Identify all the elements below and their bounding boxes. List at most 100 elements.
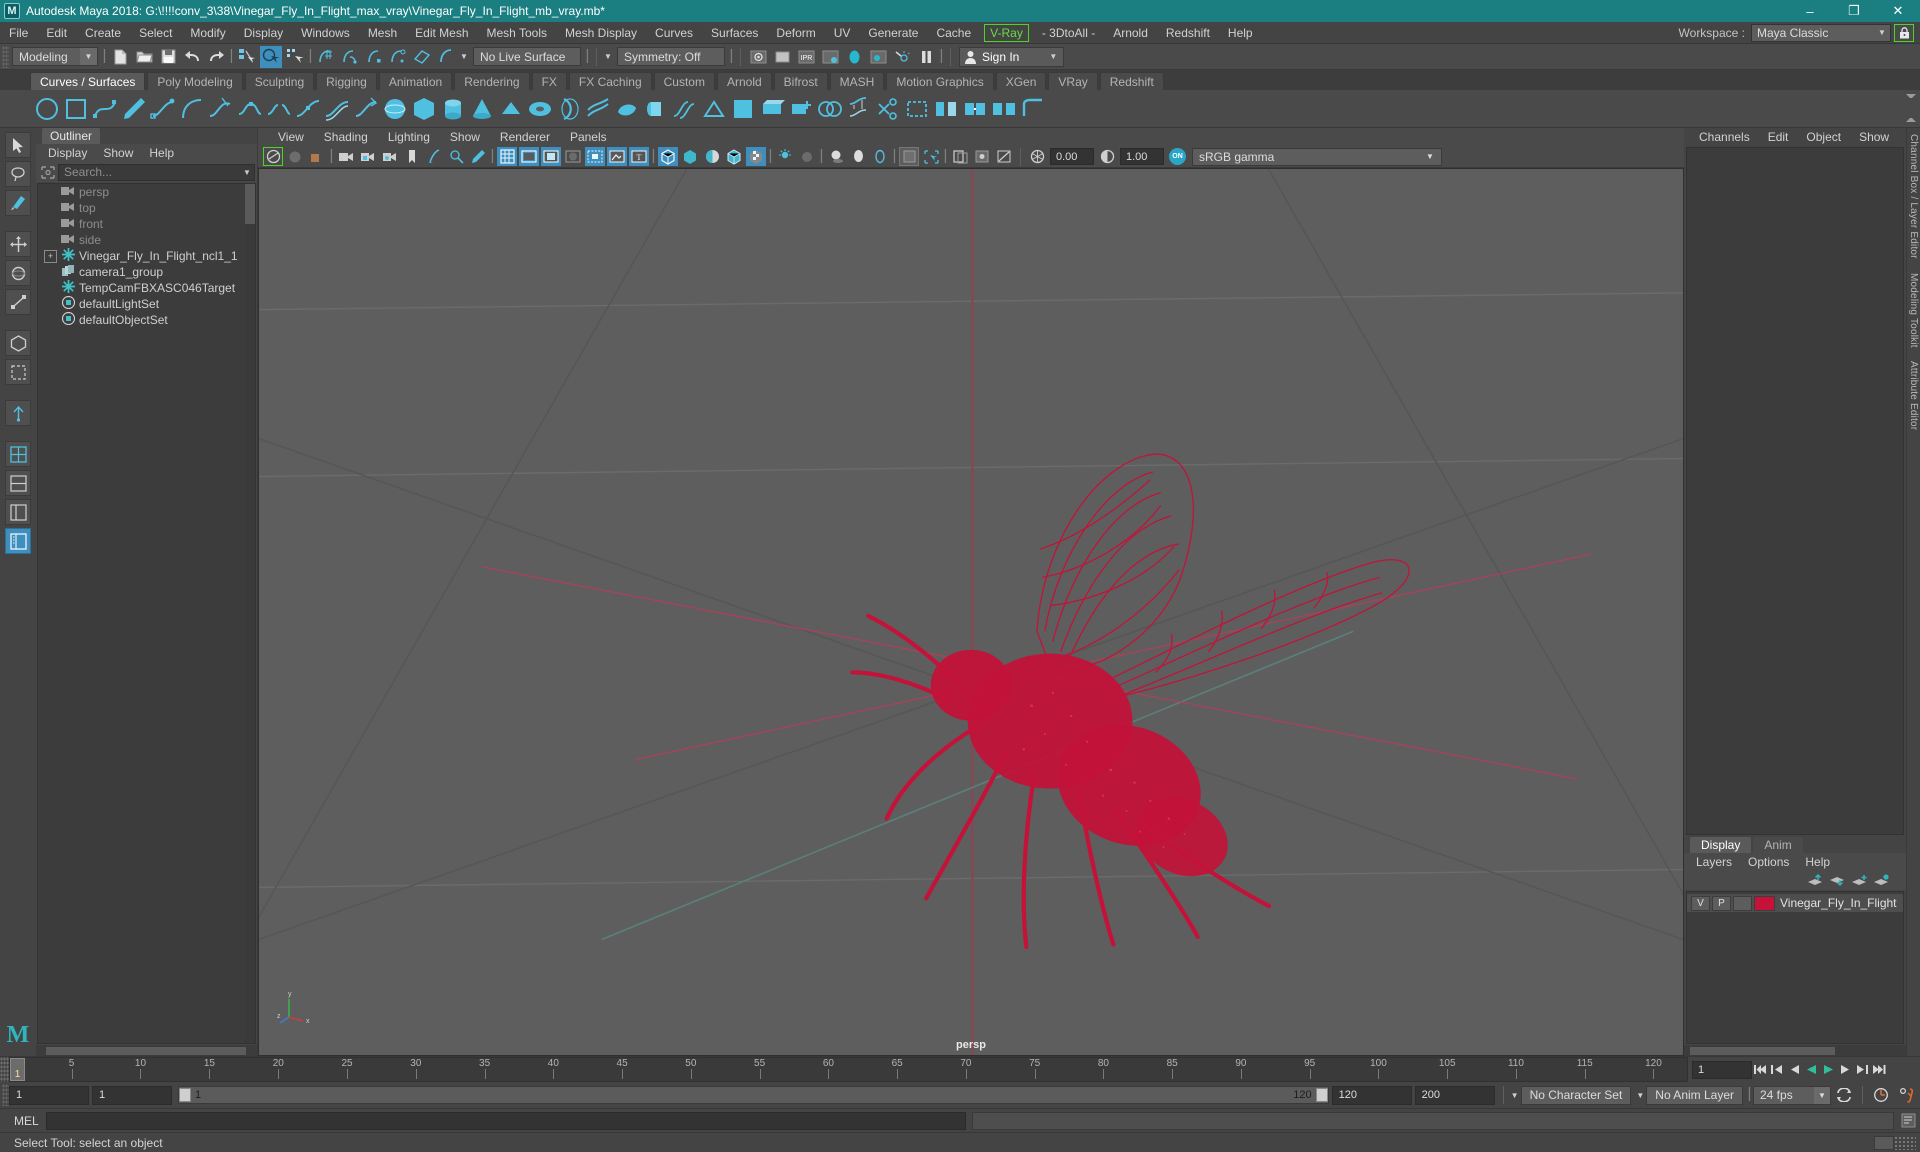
channelbox-menu-channels[interactable]: Channels: [1690, 130, 1759, 144]
channelbox-menu-show[interactable]: Show: [1850, 130, 1898, 144]
exposure-field[interactable]: 0.00: [1050, 148, 1094, 165]
chevron-down-icon[interactable]: ▼: [1814, 1086, 1830, 1104]
nurbs-torus-icon[interactable]: [525, 93, 554, 125]
outliner-menu-help[interactable]: Help: [141, 146, 182, 160]
character-set-select[interactable]: No Character Set: [1520, 1085, 1632, 1105]
shelf-tab-sculpting[interactable]: Sculpting: [244, 72, 315, 90]
symmetry-field[interactable]: Symmetry: Off: [617, 47, 725, 66]
outliner-item-persp[interactable]: persp: [38, 184, 255, 200]
intersect-surfaces-icon[interactable]: [815, 93, 844, 125]
surface-fillet-icon[interactable]: [1018, 93, 1047, 125]
menuset-select[interactable]: Modeling ▼: [12, 47, 98, 66]
toolbar-grip[interactable]: [2, 45, 9, 68]
anim-layer-select[interactable]: No Anim Layer: [1646, 1085, 1743, 1105]
untrim-icon[interactable]: [902, 93, 931, 125]
smooth-shade-icon[interactable]: [680, 147, 700, 166]
render-settings-icon[interactable]: [819, 46, 841, 68]
step-forward-frame-icon[interactable]: [1837, 1060, 1854, 1080]
outliner-item-front[interactable]: front: [38, 216, 255, 232]
nurbs-sphere-icon[interactable]: [380, 93, 409, 125]
pencil-curve-icon[interactable]: [119, 93, 148, 125]
use-default-lighting-icon[interactable]: [775, 147, 795, 166]
open-scene-icon[interactable]: [133, 46, 155, 68]
range-start-field[interactable]: 1: [9, 1085, 89, 1105]
shelf-tab-poly-modeling[interactable]: Poly Modeling: [147, 72, 243, 90]
layer-tab-display[interactable]: Display: [1690, 837, 1752, 853]
two-d-pan-zoom-icon[interactable]: [446, 147, 466, 166]
ep-curve-icon[interactable]: [90, 93, 119, 125]
chevron-down-icon[interactable]: ▼: [1419, 152, 1441, 161]
menu-item-generate[interactable]: Generate: [859, 22, 927, 44]
layer-menu-help[interactable]: Help: [1797, 855, 1838, 869]
exposure-icon[interactable]: [1027, 147, 1047, 166]
safe-title-icon[interactable]: T: [629, 147, 649, 166]
outliner-item-tempcamfbxasc046target[interactable]: TempCamFBXASC046Target: [38, 280, 255, 296]
layout-persp-outliner-button[interactable]: [5, 528, 31, 554]
menu-item-3dtoall[interactable]: - 3DtoAll -: [1033, 22, 1104, 44]
range-right-handle[interactable]: [1315, 1088, 1328, 1102]
rail-label-attribute-editor[interactable]: Attribute Editor: [1908, 361, 1919, 430]
camera-icon[interactable]: [336, 147, 356, 166]
nurbs-cylinder-icon[interactable]: [438, 93, 467, 125]
range-left-handle[interactable]: [179, 1088, 191, 1102]
outliner-menu-display[interactable]: Display: [40, 146, 95, 160]
outliner-vscroll-thumb[interactable]: [245, 184, 255, 224]
gate-mask-icon[interactable]: [563, 147, 583, 166]
outliner-search-input[interactable]: Search... ▼: [58, 163, 255, 181]
outliner-item-defaultlightset[interactable]: defaultLightSet: [38, 295, 255, 312]
go-to-start-icon[interactable]: [1752, 1060, 1769, 1080]
outliner-vscrollbar[interactable]: [245, 184, 255, 1043]
symmetry-chevron-icon[interactable]: ▼: [602, 52, 614, 61]
scale-tool-button[interactable]: [5, 289, 31, 315]
chevron-down-icon[interactable]: ▼: [240, 168, 254, 177]
paint-select-tool-button[interactable]: [5, 190, 31, 216]
multisample-icon[interactable]: [899, 147, 919, 166]
revolve-icon[interactable]: [554, 93, 583, 125]
viewport-menu-panels[interactable]: Panels: [560, 130, 617, 144]
menu-item-vray[interactable]: V-Ray: [984, 23, 1029, 42]
insert-knot-icon[interactable]: [293, 93, 322, 125]
shelf-tab-xgen[interactable]: XGen: [995, 72, 1047, 90]
time-slider-grip[interactable]: [0, 1057, 9, 1082]
detach-surfaces-icon[interactable]: [989, 93, 1018, 125]
shelf-tab-bifrost[interactable]: Bifrost: [773, 72, 828, 90]
bevel-plus-icon[interactable]: [786, 93, 815, 125]
menu-item-edit[interactable]: Edit: [37, 22, 76, 44]
exposure-toggle-icon[interactable]: [994, 147, 1014, 166]
lasso-select-tool-button[interactable]: [5, 161, 31, 187]
field-chart-icon[interactable]: [585, 147, 605, 166]
viewport-menu-shading[interactable]: Shading: [314, 130, 378, 144]
chevron-down-icon[interactable]: ▼: [458, 52, 470, 61]
color-management-toggle[interactable]: ON: [1169, 148, 1186, 165]
flat-shade-icon[interactable]: [702, 147, 722, 166]
viewport-menu-renderer[interactable]: Renderer: [490, 130, 560, 144]
layer-color-swatch[interactable]: [1754, 895, 1775, 911]
menu-item-edit-mesh[interactable]: Edit Mesh: [406, 22, 477, 44]
chevron-down-icon[interactable]: ▼: [1047, 52, 1059, 61]
ambient-occlusion-icon[interactable]: [848, 147, 868, 166]
outliner-item-defaultobjectset[interactable]: defaultObjectSet: [38, 311, 255, 328]
auto-keyframe-icon[interactable]: [1868, 1085, 1894, 1105]
new-layer-from-selected-icon[interactable]: [1870, 871, 1892, 889]
menu-item-uv[interactable]: UV: [825, 22, 860, 44]
arc-curve-icon[interactable]: [177, 93, 206, 125]
shelf-tab-vray[interactable]: VRay: [1048, 72, 1098, 90]
select-tool-button[interactable]: [5, 132, 31, 158]
render-current-frame-icon[interactable]: [771, 46, 793, 68]
move-layer-down-icon[interactable]: [1826, 871, 1848, 889]
render-setup-icon[interactable]: [867, 46, 889, 68]
shelf-tab-custom[interactable]: Custom: [653, 72, 715, 90]
viewport-menu-lighting[interactable]: Lighting: [378, 130, 440, 144]
layer-menu-options[interactable]: Options: [1740, 855, 1797, 869]
layer-hscrollbar[interactable]: [1684, 1045, 1906, 1056]
expand-toggle-icon[interactable]: +: [44, 249, 57, 263]
offset-curve-icon[interactable]: [322, 93, 351, 125]
menu-item-mesh-display[interactable]: Mesh Display: [556, 22, 646, 44]
rail-label-modeling-toolkit[interactable]: Modeling Toolkit: [1908, 273, 1919, 348]
outliner-item-top[interactable]: top: [38, 200, 255, 216]
layout-four-view-button[interactable]: [5, 441, 31, 467]
select-camera-icon[interactable]: [263, 147, 283, 166]
camera-sphere-icon[interactable]: [285, 147, 305, 166]
step-back-key-icon[interactable]: [1769, 1060, 1786, 1080]
step-forward-key-icon[interactable]: [1854, 1060, 1871, 1080]
